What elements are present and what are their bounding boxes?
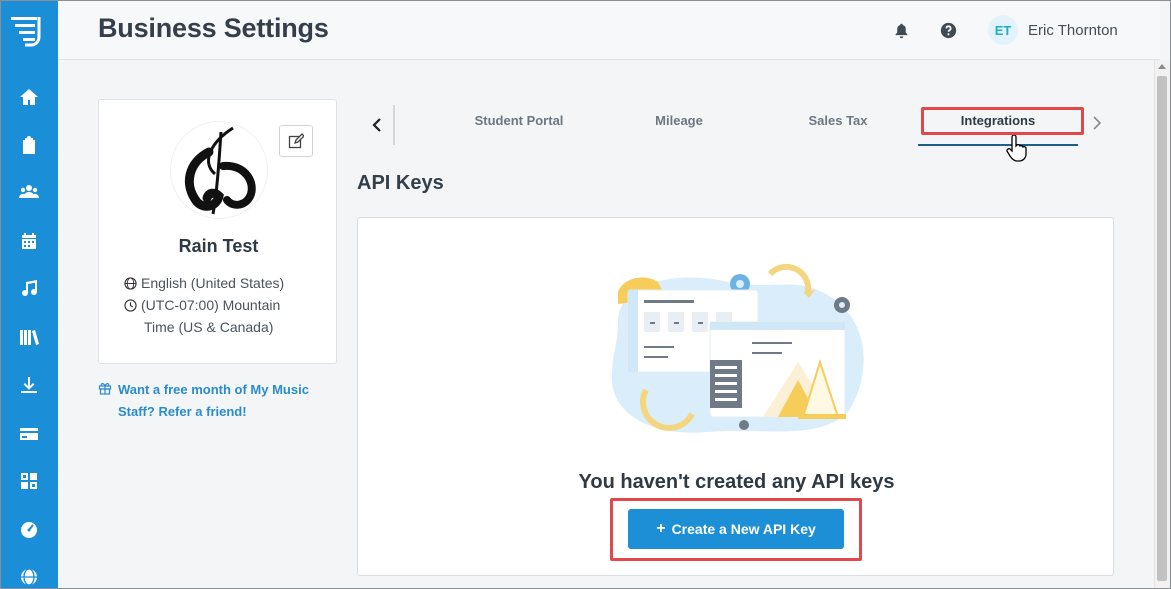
calendar-icon	[22, 233, 36, 249]
hand-cursor-icon	[1006, 135, 1027, 162]
sidebar-item-calendar[interactable]	[15, 227, 43, 255]
chevron-right-icon	[1093, 116, 1102, 130]
business-profile-card: Rain Test English (United States) (UTC-0…	[98, 99, 337, 364]
sidebar-item-library[interactable]	[15, 323, 43, 351]
refer-friend-link[interactable]: Want a free month of My Music Staff? Ref…	[98, 379, 328, 423]
sidebar-item-reports[interactable]	[15, 515, 43, 543]
globe-icon	[21, 568, 37, 586]
timezone-label-line2: Time (US & Canada)	[144, 319, 274, 335]
sidebar-item-clipboard[interactable]	[15, 131, 43, 159]
clipboard-icon	[23, 136, 35, 154]
library-icon	[20, 330, 39, 345]
tabs-next-button[interactable]	[1087, 111, 1107, 135]
sidebar-item-download[interactable]	[15, 371, 43, 399]
tab-mileage[interactable]: Mileage	[629, 113, 729, 133]
business-name: Rain Test	[178, 236, 259, 256]
tab-student-portal[interactable]: Student Portal	[459, 113, 579, 133]
user-name[interactable]: Eric Thornton	[1028, 22, 1118, 39]
edit-pencil-icon	[288, 133, 304, 149]
notifications-button[interactable]	[891, 20, 911, 40]
sidebar-item-music[interactable]	[15, 275, 43, 303]
business-logo	[171, 122, 267, 218]
scroll-up-arrow-icon[interactable]	[1158, 64, 1166, 69]
home-icon	[20, 89, 38, 105]
app-logo-icon[interactable]	[9, 13, 49, 49]
sidebar-item-students[interactable]	[15, 178, 43, 206]
treble-clef-logo	[184, 126, 256, 215]
app-window: Business Settings ET Eric Thornton Rain …	[0, 0, 1171, 589]
empty-state-illustration	[611, 263, 864, 433]
dashboard-grid-icon	[21, 473, 37, 489]
active-tab-indicator	[918, 144, 1078, 146]
integrations-highlight	[921, 107, 1084, 135]
create-button-highlight	[610, 498, 862, 561]
refer-link-line2[interactable]: Staff? Refer a friend!	[98, 401, 328, 423]
top-header: Business Settings ET Eric Thornton	[58, 1, 1160, 60]
sidebar-item-website[interactable]	[15, 563, 43, 588]
credit-card-icon	[20, 428, 38, 440]
tabs-prev-button[interactable]	[361, 105, 395, 145]
section-title: API Keys	[357, 172, 444, 194]
download-icon	[21, 377, 37, 393]
tab-sales-tax[interactable]: Sales Tax	[788, 113, 888, 133]
page-title: Business Settings	[98, 13, 329, 43]
sidebar-item-payments[interactable]	[15, 420, 43, 448]
help-button[interactable]	[938, 20, 958, 40]
question-circle-icon	[940, 22, 956, 38]
scrollbar-thumb[interactable]	[1157, 76, 1167, 581]
chevron-left-icon	[372, 118, 381, 132]
refer-link-line1[interactable]: Want a free month of My Music	[98, 379, 328, 401]
sidebar-item-dashboard[interactable]	[15, 467, 43, 495]
users-icon	[19, 185, 39, 198]
language-info: English (United States)	[124, 275, 284, 291]
sidebar	[1, 1, 58, 588]
globe-small-icon	[124, 277, 137, 290]
language-label: English (United States)	[141, 275, 285, 291]
timezone-info: (UTC-07:00) Mountain	[124, 297, 280, 313]
music-note-icon	[22, 280, 38, 297]
bell-icon	[895, 23, 907, 38]
sidebar-item-home[interactable]	[15, 83, 43, 111]
avatar[interactable]: ET	[988, 15, 1018, 45]
edit-profile-button[interactable]	[279, 125, 313, 157]
gift-icon	[98, 383, 112, 395]
timezone-label-line1: (UTC-07:00) Mountain	[141, 297, 281, 313]
speedometer-icon	[21, 522, 37, 538]
clock-icon	[124, 299, 137, 312]
empty-state-message: You haven't created any API keys	[578, 471, 895, 493]
